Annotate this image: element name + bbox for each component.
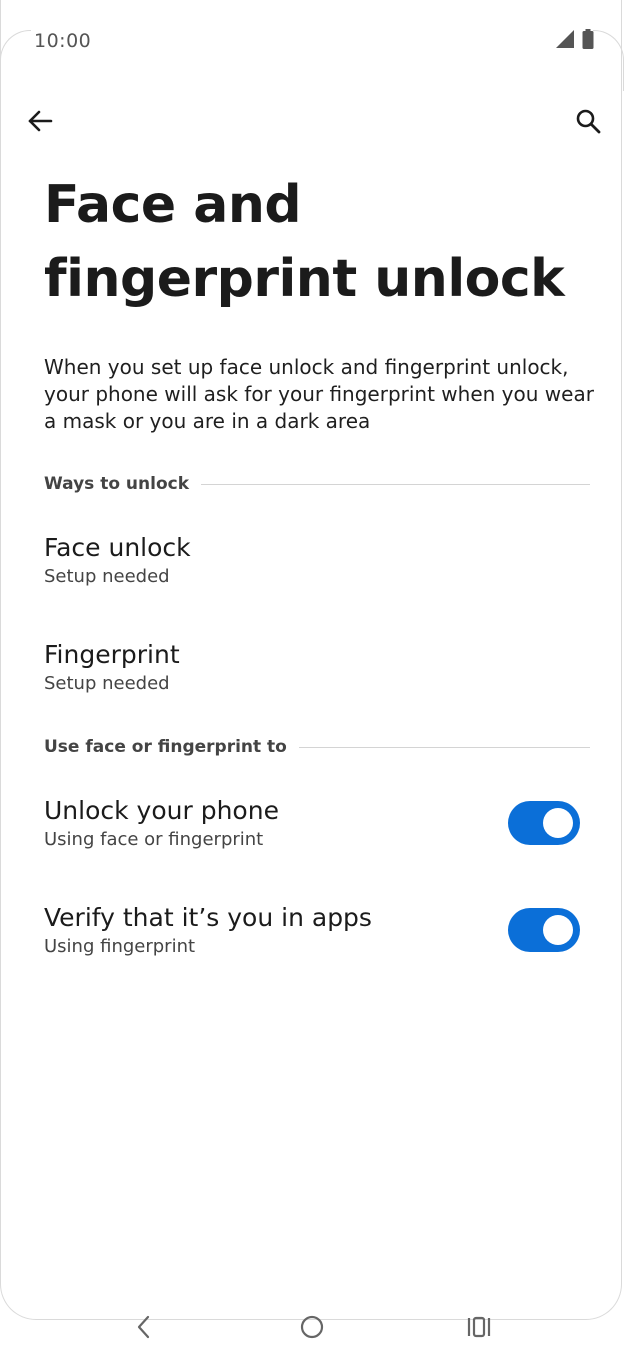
nav-back-button[interactable] — [122, 1307, 166, 1351]
section-header-use-for: Use face or fingerprint to — [44, 735, 590, 759]
nav-recents-icon — [466, 1314, 492, 1344]
nav-recents-button[interactable] — [457, 1307, 501, 1351]
device-frame-corner-right — [593, 30, 624, 91]
nav-back-icon — [133, 1314, 155, 1344]
section-header-label: Ways to unlock — [44, 474, 190, 494]
search-icon — [575, 108, 601, 138]
section-header-ways-to-unlock: Ways to unlock — [44, 472, 590, 496]
page-title: Face and fingerprint unlock — [44, 175, 565, 309]
page-description: When you set up face unlock and fingerpr… — [44, 355, 594, 433]
toggle-knob — [543, 808, 573, 838]
nav-home-icon — [299, 1314, 325, 1344]
signal-icon — [556, 30, 574, 52]
app-bar — [20, 100, 608, 146]
pref-fingerprint[interactable]: Fingerprint Setup needed — [44, 639, 580, 697]
pref-face-unlock[interactable]: Face unlock Setup needed — [44, 532, 580, 590]
status-time: 10:00 — [34, 30, 92, 52]
battery-icon — [582, 29, 594, 53]
search-button[interactable] — [568, 103, 608, 143]
section-divider — [201, 483, 590, 485]
section-divider — [298, 746, 590, 748]
device-frame-corner-left — [0, 30, 31, 91]
pref-title: Face unlock — [44, 533, 191, 562]
verify-in-apps-toggle[interactable] — [508, 908, 580, 952]
toggle-knob — [543, 915, 573, 945]
status-bar: 10:00 — [34, 26, 594, 56]
pref-verify-in-apps[interactable]: Verify that it’s you in apps Using finge… — [44, 902, 580, 964]
pref-summary: Using face or fingerprint — [44, 829, 264, 850]
pref-title: Unlock your phone — [44, 796, 279, 825]
back-button[interactable] — [20, 103, 60, 143]
phone-screen: 10:00 Face and fingerprint unlock When y… — [0, 0, 624, 1362]
status-icons — [556, 29, 594, 53]
navigation-bar — [0, 1300, 624, 1358]
unlock-phone-toggle[interactable] — [508, 801, 580, 845]
pref-title: Fingerprint — [44, 640, 180, 669]
arrow-back-icon — [27, 108, 53, 138]
pref-summary: Setup needed — [44, 673, 170, 694]
pref-summary: Setup needed — [44, 566, 170, 587]
nav-home-button[interactable] — [290, 1307, 334, 1351]
pref-title: Verify that it’s you in apps — [44, 903, 372, 932]
section-header-label: Use face or fingerprint to — [44, 737, 287, 757]
pref-summary: Using fingerprint — [44, 936, 196, 957]
pref-unlock-phone[interactable]: Unlock your phone Using face or fingerpr… — [44, 795, 580, 857]
